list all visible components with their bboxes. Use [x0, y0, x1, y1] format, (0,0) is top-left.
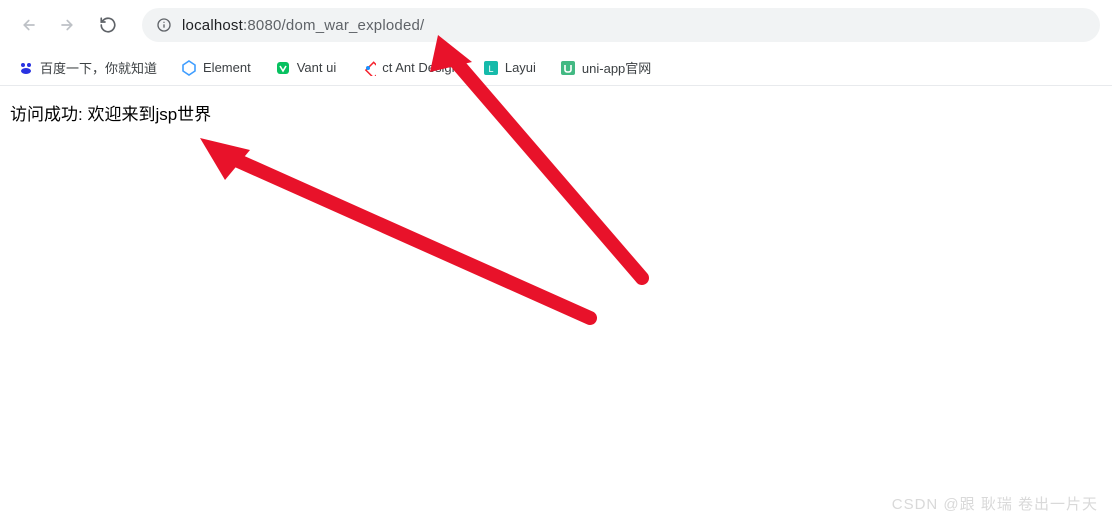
baidu-icon [18, 60, 34, 76]
success-message: 访问成功: 欢迎来到jsp世界 [10, 105, 211, 124]
bookmark-label: 百度一下，你就知道 [40, 58, 157, 77]
bookmark-label: uni-app官网 [582, 58, 651, 77]
reload-button[interactable] [92, 9, 124, 41]
layui-icon: L [483, 60, 499, 76]
bookmark-uniapp[interactable]: uni-app官网 [556, 54, 655, 81]
bookmark-label: Element [203, 60, 251, 75]
url-host: localhost [182, 17, 243, 34]
url-text: localhost:8080/dom_war_exploded/ [182, 17, 424, 34]
antd-icon [360, 60, 376, 76]
page-content: 访问成功: 欢迎来到jsp世界 [0, 86, 1112, 139]
bookmark-vant[interactable]: Vant ui [271, 56, 341, 80]
bookmark-baidu[interactable]: 百度一下，你就知道 [14, 54, 161, 81]
back-button[interactable] [12, 9, 44, 41]
bookmark-antdesign[interactable]: ct Ant Design [356, 56, 463, 80]
element-icon [181, 60, 197, 76]
bookmark-label: Layui [505, 60, 536, 75]
forward-button[interactable] [52, 9, 84, 41]
svg-text:L: L [488, 64, 493, 74]
bookmark-label: Vant ui [297, 60, 337, 75]
bookmark-label: ct Ant Design [382, 60, 459, 75]
bookmarks-bar: 百度一下，你就知道 Element Vant ui ct Ant Design … [0, 50, 1112, 86]
bookmark-element[interactable]: Element [177, 56, 255, 80]
vant-icon [275, 60, 291, 76]
uniapp-icon [560, 60, 576, 76]
address-bar[interactable]: localhost:8080/dom_war_exploded/ [142, 8, 1100, 42]
browser-toolbar: localhost:8080/dom_war_exploded/ [0, 0, 1112, 50]
url-port-path: :8080/dom_war_exploded/ [243, 17, 424, 34]
site-info-icon[interactable] [156, 17, 172, 33]
watermark: CSDN @跟 耿瑞 卷出一片天 [892, 493, 1098, 514]
bookmark-layui[interactable]: L Layui [479, 56, 540, 80]
